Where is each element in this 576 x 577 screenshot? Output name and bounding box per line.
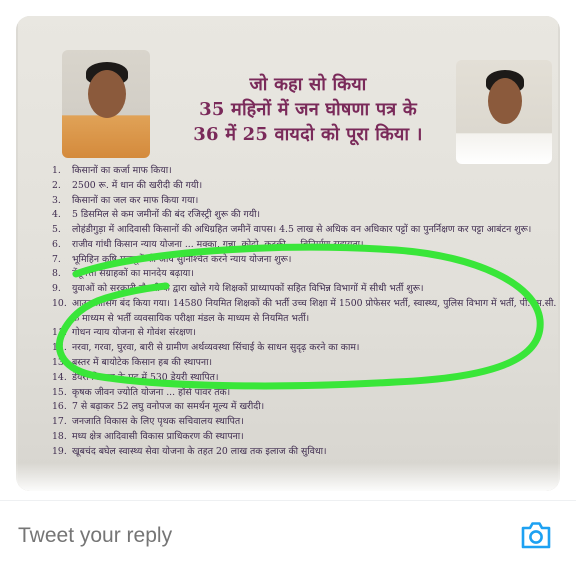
- item-text: जनजाति विकास के लिए पृथक सचिवालय स्थापित…: [72, 416, 244, 428]
- item-text: युवाओं को सरकारी नौकरी के द्वारा खोले गय…: [72, 283, 424, 295]
- promise-list: 1. किसानों का कर्जा माफ किया। 2. 2500 रू. …: [52, 164, 558, 459]
- headline: जो कहा सो किया 35 महिनों में जन घोषणा पत…: [158, 72, 458, 147]
- item-text: खूबचंद बघेल स्वास्थ्य सेवा योजना के तहत …: [72, 445, 327, 457]
- item-number: 18.: [52, 430, 67, 442]
- list-item: 12. नरवा, गरवा, घुरवा, बारी से ग्रामीण अर…: [52, 341, 558, 356]
- item-number: 3.: [52, 194, 61, 206]
- list-item: 19. खूबचंद बघेल स्वास्थ्य सेवा योजना के त…: [52, 445, 558, 460]
- headline-line: 35 महिनों में जन घोषणा पत्र के: [199, 99, 417, 120]
- item-text: 5 डिसमिल से कम जमीनों की बंद रजिस्ट्री श…: [72, 209, 261, 221]
- headline-line: 36 में 25 वायदो को पूरा किया ।: [193, 124, 423, 145]
- item-number: 10.: [52, 298, 67, 310]
- list-item: 9. युवाओं को सरकारी नौकरी के द्वारा खोले …: [52, 282, 558, 297]
- list-item: 14. डेयरी विकास के मद में 530 डेयरी स्थाप…: [52, 371, 558, 386]
- list-item: 7. भूमिहिन कृषि मजदूरों की आय सुनिश्चित क…: [52, 253, 558, 268]
- headline-line: जो कहा सो किया: [249, 74, 367, 95]
- item-text: 7 से बढ़ाकर 52 लघु वनोपज का समर्थन मूल्य…: [72, 401, 265, 413]
- list-item: 10. आउट सोर्सिंग बंद किया गया। 14580 नियम…: [52, 297, 558, 326]
- item-number: 4.: [52, 209, 61, 221]
- item-text: गोधन न्याय योजना से गोवंश संरक्षण।: [72, 327, 196, 339]
- add-photo-button[interactable]: [518, 517, 554, 553]
- list-item: 15. कृषक जीवन ज्योति योजना ... हॉर्स पावर…: [52, 386, 558, 401]
- list-item: 6. राजीव गांधी किसान न्याय योजना ... मक्क…: [52, 238, 558, 253]
- item-text: डेयरी विकास के मद में 530 डेयरी स्थापित।: [72, 371, 219, 383]
- item-number: 5.: [52, 224, 61, 236]
- item-text: कृषक जीवन ज्योति योजना ... हॉर्स पावर तक…: [72, 386, 231, 398]
- item-number: 2.: [52, 179, 61, 191]
- item-text: किसानों का कर्जा माफ किया।: [72, 165, 172, 176]
- item-text: तेंदूपत्ता संग्राहकों का मानदेय बढ़ाया।: [72, 268, 194, 280]
- list-item: 11. गोधन न्याय योजना से गोवंश संरक्षण।: [52, 326, 558, 341]
- list-item: 13. बस्तर में बायोटेक किसान हब की स्थापना…: [52, 356, 558, 371]
- item-number: 11.: [52, 327, 67, 339]
- item-number: 13.: [52, 356, 67, 368]
- item-number: 16.: [52, 401, 67, 413]
- reply-input[interactable]: [16, 515, 490, 557]
- item-number: 15.: [52, 386, 67, 398]
- reply-composer: [0, 500, 576, 577]
- item-text: मध्य क्षेत्र आदिवासी विकास प्राधिकरण की …: [72, 430, 244, 442]
- item-text: 2500 रू. में धान की खरीदी की गयी।: [72, 179, 203, 191]
- list-item: 18. मध्य क्षेत्र आदिवासी विकास प्राधिकरण …: [52, 430, 558, 445]
- item-text: आउट सोर्सिंग बंद किया गया। 14580 नियमित …: [72, 298, 557, 324]
- list-item: 1. किसानों का कर्जा माफ किया।: [52, 164, 558, 179]
- list-item: 17. जनजाति विकास के लिए पृथक सचिवालय स्था…: [52, 415, 558, 430]
- item-number: 14.: [52, 371, 67, 383]
- item-text: लोहंडीगुड़ा में आदिवासी किसानों की अधिग्…: [72, 224, 532, 236]
- item-text: किसानों का जल कर माफ किया गया।: [72, 194, 199, 206]
- item-number: 19.: [52, 445, 67, 457]
- item-text: नरवा, गरवा, घुरवा, बारी से ग्रामीण अर्थव…: [72, 342, 360, 354]
- portrait-right-photo: [456, 60, 552, 164]
- list-item: 5. लोहंडीगुड़ा में आदिवासी किसानों की अधि…: [52, 223, 558, 238]
- item-number: 9.: [52, 283, 61, 295]
- list-item: 8. तेंदूपत्ता संग्राहकों का मानदेय बढ़ाया…: [52, 267, 558, 282]
- tweet-media-image[interactable]: जो कहा सो किया 35 महिनों में जन घोषणा पत…: [16, 16, 560, 491]
- item-number: 12.: [52, 342, 67, 354]
- item-number: 17.: [52, 416, 67, 428]
- item-text: बस्तर में बायोटेक किसान हब की स्थापना।: [72, 356, 213, 368]
- item-text: भूमिहिन कृषि मजदूरों की आय सुनिश्चित करन…: [72, 253, 292, 265]
- list-item: 2. 2500 रू. में धान की खरीदी की गयी।: [52, 179, 558, 194]
- camera-icon: [521, 522, 551, 549]
- list-item: 4. 5 डिसमिल से कम जमीनों की बंद रजिस्ट्री…: [52, 208, 558, 223]
- item-number: 6.: [52, 238, 61, 250]
- item-number: 1.: [52, 165, 61, 176]
- item-number: 7.: [52, 253, 61, 265]
- item-number: 8.: [52, 268, 61, 280]
- item-text: राजीव गांधी किसान न्याय योजना ... मक्का,…: [72, 238, 364, 250]
- image-bottom-fade: [16, 463, 560, 491]
- list-item: 16. 7 से बढ़ाकर 52 लघु वनोपज का समर्थन मू…: [52, 400, 558, 415]
- portrait-left-photo: [62, 50, 150, 158]
- list-item: 3. किसानों का जल कर माफ किया गया।: [52, 194, 558, 209]
- newspaper-clipping: जो कहा सो किया 35 महिनों में जन घोषणा पत…: [18, 16, 558, 491]
